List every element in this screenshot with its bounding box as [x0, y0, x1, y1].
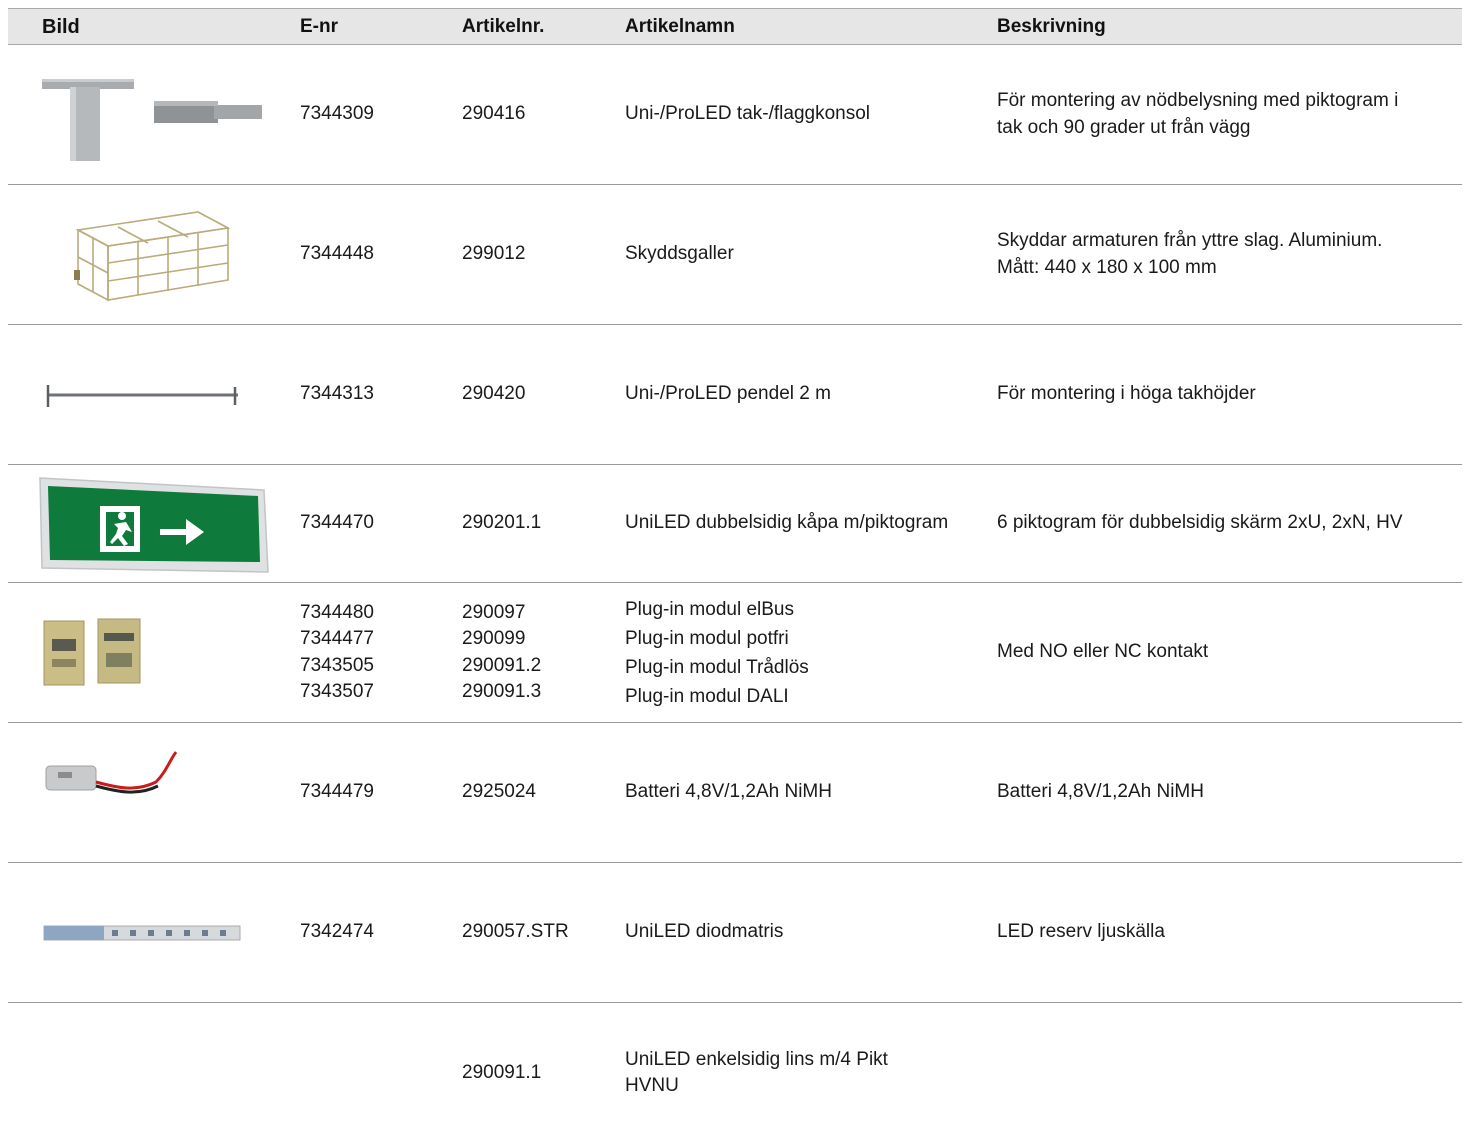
header-bild: Bild — [42, 16, 80, 38]
row-beskrivning: Skyddar armaturen från yttre slag. Alumi… — [997, 230, 1383, 278]
product-table: Bild E-nr Artikelnr. Artikelnamn Beskriv… — [8, 8, 1462, 1143]
row-image-cell — [38, 185, 298, 324]
table-row: 7344479 2925024 Batteri 4,8V/1,2Ah NiMH … — [8, 723, 1462, 863]
cage-image — [74, 210, 231, 301]
table-row: 7344480 7344477 7343505 7343507 290097 2900… — [8, 583, 1462, 723]
table-row: 7344309 290416 Uni-/ProLED tak-/flaggkon… — [8, 45, 1462, 185]
table-row: 7344470 290201.1 UniLED dubbelsidig kåpa… — [8, 465, 1462, 583]
row-artikelnamn: Batteri 4,8V/1,2Ah NiMH — [625, 781, 832, 803]
row-image-cell — [38, 723, 298, 862]
row-artikelnr: 290201.1 — [462, 512, 542, 534]
row-artikelnr: 2925024 — [462, 781, 536, 803]
header-artikelnamn: Artikelnamn — [625, 16, 735, 37]
row-beskrivning: 6 piktogram för dubbelsidig skärm 2xU, 2… — [997, 512, 1403, 534]
led-strip-image — [43, 925, 241, 940]
table-row: 7344313 290420 Uni-/ProLED pendel 2 m Fö… — [8, 325, 1462, 465]
row-beskrivning: LED reserv ljuskälla — [997, 921, 1165, 943]
row-artikelnr: 290416 — [462, 103, 526, 125]
row-image-cell — [38, 325, 298, 464]
row-artikelnamn: UniLED dubbelsidig kåpa m/piktogram — [625, 512, 949, 534]
plugin-module-image — [43, 618, 141, 685]
row-enr: 7344470 — [300, 512, 374, 534]
pendant-rod-image — [46, 384, 238, 407]
row-enr: 7342474 — [300, 921, 374, 943]
table-row: 7342474 290057.STR UniLED diodmatris LED… — [8, 863, 1462, 1003]
table-header: Bild E-nr Artikelnr. Artikelnamn Beskriv… — [8, 8, 1462, 45]
row-artikelnamn: Uni-/ProLED pendel 2 m — [625, 383, 831, 405]
row-artikelnamn: Plug-in modul elBus Plug-in modul potfri … — [625, 598, 809, 707]
row-artikelnamn: Skyddsgaller — [625, 243, 734, 265]
row-beskrivning: Med NO eller NC kontakt — [997, 641, 1209, 663]
row-artikelnamn: UniLED diodmatris — [625, 921, 784, 943]
header-beskrivning: Beskrivning — [997, 16, 1106, 37]
row-artikelnr: 299012 — [462, 243, 526, 265]
header-enr: E-nr — [300, 16, 338, 37]
row-artikelnr: 290097 290099 290091.2 290091.3 — [462, 601, 542, 703]
row-artikelnr: 290057.STR — [462, 921, 569, 943]
row-enr: 7344313 — [300, 383, 374, 405]
row-beskrivning: Batteri 4,8V/1,2Ah NiMH — [997, 781, 1204, 803]
row-artikelnr: 290091.1 — [462, 1061, 542, 1083]
row-artikelnamn: Uni-/ProLED tak-/flaggkonsol — [625, 103, 870, 125]
exit-sign-image — [39, 476, 269, 573]
row-image-cell — [38, 863, 298, 1002]
table-row: 7344448 299012 Skyddsgaller Skyddar arma… — [8, 185, 1462, 325]
battery-image — [45, 750, 178, 794]
row-image-cell — [38, 583, 298, 722]
row-beskrivning: För montering av nödbelysning med piktog… — [997, 90, 1399, 138]
table-row: 290091.1 UniLED enkelsidig lins m/4 Pikt… — [8, 1003, 1462, 1143]
row-image-cell — [38, 465, 298, 582]
header-artikelnr: Artikelnr. — [462, 16, 545, 37]
row-enr: 7344448 — [300, 243, 374, 265]
row-image-cell — [38, 45, 298, 184]
row-enr: 7344479 — [300, 781, 374, 803]
bracket-image — [42, 78, 262, 161]
row-artikelnamn: UniLED enkelsidig lins m/4 Pikt HVNU — [625, 1048, 888, 1097]
row-enr: 7344480 7344477 7343505 7343507 — [300, 601, 374, 703]
row-artikelnr: 290420 — [462, 383, 526, 405]
row-enr: 7344309 — [300, 103, 374, 125]
row-beskrivning: För montering i höga takhöjder — [997, 383, 1256, 405]
